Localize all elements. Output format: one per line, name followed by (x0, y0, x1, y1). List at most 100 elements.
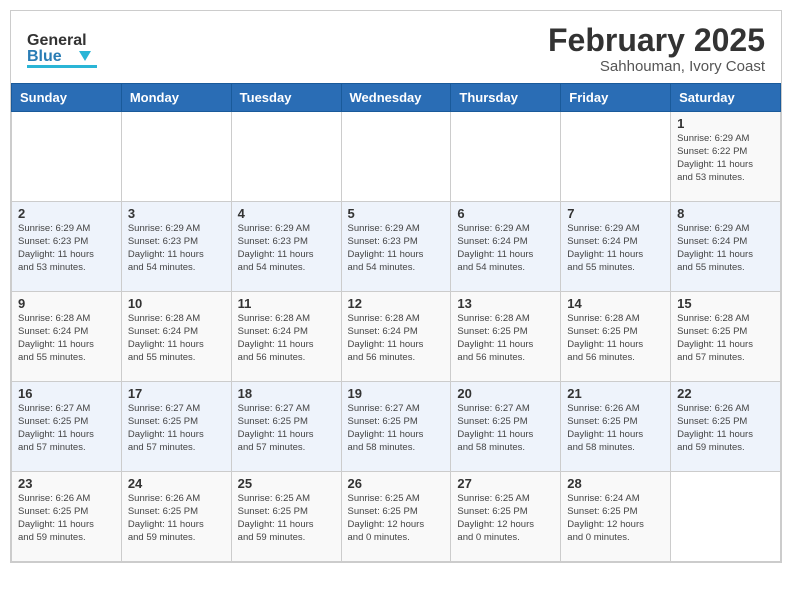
calendar-cell: 5Sunrise: 6:29 AMSunset: 6:23 PMDaylight… (341, 202, 451, 292)
calendar-week-row: 2 Sunrise: 6:29 AMSunset: 6:23 PMDaylight… (12, 202, 781, 292)
day-info: Sunrise: 6:29 AMSunset: 6:23 PMDaylight:… (348, 223, 445, 274)
day-number: 23 (18, 476, 115, 491)
day-number: 1 (677, 116, 774, 131)
calendar-cell: 7 Sunrise: 6:29 AMSunset: 6:24 PMDaylight… (561, 202, 671, 292)
day-info: Sunrise: 6:27 AMSunset: 6:25 PMDaylight:… (348, 403, 445, 454)
calendar-cell: 10 Sunrise: 6:28 AMSunset: 6:24 PMDayligh… (121, 292, 231, 382)
day-info: Sunrise: 6:29 AMSunset: 6:24 PMDaylight:… (677, 223, 774, 274)
day-info: Sunrise: 6:28 AMSunset: 6:25 PMDaylight:… (457, 313, 554, 364)
calendar-cell: 2 Sunrise: 6:29 AMSunset: 6:23 PMDaylight… (12, 202, 122, 292)
day-number: 10 (128, 296, 225, 311)
day-info: Sunrise: 6:26 AMSunset: 6:25 PMDaylight:… (677, 403, 774, 454)
day-info: Sunrise: 6:28 AMSunset: 6:24 PMDaylight:… (348, 313, 445, 364)
day-info: Sunrise: 6:26 AMSunset: 6:25 PMDaylight:… (567, 403, 664, 454)
calendar-header: General Blue February 2025 Sahhouman, Iv… (11, 11, 781, 83)
calendar-table: SundayMondayTuesdayWednesdayThursdayFrid… (11, 83, 781, 562)
svg-text:Blue: Blue (27, 48, 62, 65)
day-info: Sunrise: 6:28 AMSunset: 6:25 PMDaylight:… (677, 313, 774, 364)
calendar-cell (451, 112, 561, 202)
day-info: Sunrise: 6:25 AMSunset: 6:25 PMDaylight:… (457, 493, 554, 544)
day-info: Sunrise: 6:28 AMSunset: 6:24 PMDaylight:… (238, 313, 335, 364)
calendar-cell: 24 Sunrise: 6:26 AMSunset: 6:25 PMDayligh… (121, 472, 231, 562)
day-number: 20 (457, 386, 554, 401)
calendar-cell: 8 Sunrise: 6:29 AMSunset: 6:24 PMDaylight… (671, 202, 781, 292)
calendar-cell (561, 112, 671, 202)
weekday-header-tuesday: Tuesday (231, 84, 341, 112)
day-info: Sunrise: 6:28 AMSunset: 6:24 PMDaylight:… (128, 313, 225, 364)
month-title: February 2025 (548, 23, 765, 58)
calendar-cell: 18Sunrise: 6:27 AMSunset: 6:25 PMDayligh… (231, 382, 341, 472)
day-info: Sunrise: 6:29 AMSunset: 6:24 PMDaylight:… (567, 223, 664, 274)
calendar-cell: 3Sunrise: 6:29 AMSunset: 6:23 PMDaylight… (121, 202, 231, 292)
calendar-cell: 14Sunrise: 6:28 AMSunset: 6:25 PMDayligh… (561, 292, 671, 382)
calendar-container: General Blue February 2025 Sahhouman, Iv… (10, 10, 782, 563)
day-number: 24 (128, 476, 225, 491)
day-info: Sunrise: 6:27 AMSunset: 6:25 PMDaylight:… (457, 403, 554, 454)
day-info: Sunrise: 6:29 AMSunset: 6:23 PMDaylight:… (18, 223, 115, 274)
day-number: 16 (18, 386, 115, 401)
day-info: Sunrise: 6:29 AMSunset: 6:24 PMDaylight:… (457, 223, 554, 274)
day-number: 8 (677, 206, 774, 221)
day-info: Sunrise: 6:25 AMSunset: 6:25 PMDaylight:… (348, 493, 445, 544)
calendar-cell: 12 Sunrise: 6:28 AMSunset: 6:24 PMDayligh… (341, 292, 451, 382)
weekday-header-thursday: Thursday (451, 84, 561, 112)
day-number: 22 (677, 386, 774, 401)
weekday-header-wednesday: Wednesday (341, 84, 451, 112)
calendar-week-row: 1 Sunrise: 6:29 AMSunset: 6:22 PMDaylight… (12, 112, 781, 202)
calendar-week-row: 9 Sunrise: 6:28 AMSunset: 6:24 PMDaylight… (12, 292, 781, 382)
calendar-cell: 4Sunrise: 6:29 AMSunset: 6:23 PMDaylight… (231, 202, 341, 292)
day-info: Sunrise: 6:29 AMSunset: 6:22 PMDaylight:… (677, 133, 774, 184)
calendar-cell (671, 472, 781, 562)
calendar-cell: 25 Sunrise: 6:25 AMSunset: 6:25 PMDayligh… (231, 472, 341, 562)
calendar-cell (341, 112, 451, 202)
day-info: Sunrise: 6:27 AMSunset: 6:25 PMDaylight:… (128, 403, 225, 454)
weekday-header-monday: Monday (121, 84, 231, 112)
day-number: 26 (348, 476, 445, 491)
location-title: Sahhouman, Ivory Coast (548, 58, 765, 75)
calendar-cell: 17 Sunrise: 6:27 AMSunset: 6:25 PMDayligh… (121, 382, 231, 472)
day-number: 25 (238, 476, 335, 491)
calendar-cell: 22 Sunrise: 6:26 AMSunset: 6:25 PMDayligh… (671, 382, 781, 472)
calendar-cell: 21 Sunrise: 6:26 AMSunset: 6:25 PMDayligh… (561, 382, 671, 472)
day-number: 18 (238, 386, 335, 401)
weekday-header-row: SundayMondayTuesdayWednesdayThursdayFrid… (12, 84, 781, 112)
day-info: Sunrise: 6:28 AMSunset: 6:25 PMDaylight:… (567, 313, 664, 364)
day-number: 3 (128, 206, 225, 221)
calendar-week-row: 16 Sunrise: 6:27 AMSunset: 6:25 PMDayligh… (12, 382, 781, 472)
day-number: 6 (457, 206, 554, 221)
day-number: 9 (18, 296, 115, 311)
day-info: Sunrise: 6:24 AMSunset: 6:25 PMDaylight:… (567, 493, 664, 544)
calendar-cell: 15 Sunrise: 6:28 AMSunset: 6:25 PMDayligh… (671, 292, 781, 382)
weekday-header-saturday: Saturday (671, 84, 781, 112)
day-number: 21 (567, 386, 664, 401)
day-number: 28 (567, 476, 664, 491)
calendar-cell: 9 Sunrise: 6:28 AMSunset: 6:24 PMDaylight… (12, 292, 122, 382)
calendar-cell: 27 Sunrise: 6:25 AMSunset: 6:25 PMDayligh… (451, 472, 561, 562)
calendar-cell (231, 112, 341, 202)
calendar-cell: 19 Sunrise: 6:27 AMSunset: 6:25 PMDayligh… (341, 382, 451, 472)
day-number: 15 (677, 296, 774, 311)
day-info: Sunrise: 6:26 AMSunset: 6:25 PMDaylight:… (128, 493, 225, 544)
day-info: Sunrise: 6:28 AMSunset: 6:24 PMDaylight:… (18, 313, 115, 364)
calendar-cell: 28 Sunrise: 6:24 AMSunset: 6:25 PMDayligh… (561, 472, 671, 562)
calendar-week-row: 23 Sunrise: 6:26 AMSunset: 6:25 PMDayligh… (12, 472, 781, 562)
calendar-cell: 1 Sunrise: 6:29 AMSunset: 6:22 PMDaylight… (671, 112, 781, 202)
day-number: 27 (457, 476, 554, 491)
calendar-cell (121, 112, 231, 202)
svg-text:General: General (27, 32, 87, 49)
weekday-header-sunday: Sunday (12, 84, 122, 112)
day-number: 12 (348, 296, 445, 311)
day-number: 19 (348, 386, 445, 401)
day-number: 11 (238, 296, 335, 311)
day-info: Sunrise: 6:29 AMSunset: 6:23 PMDaylight:… (238, 223, 335, 274)
calendar-cell: 26 Sunrise: 6:25 AMSunset: 6:25 PMDayligh… (341, 472, 451, 562)
calendar-cell (12, 112, 122, 202)
title-block: February 2025 Sahhouman, Ivory Coast (548, 23, 765, 75)
day-number: 17 (128, 386, 225, 401)
logo: General Blue (27, 23, 117, 73)
day-number: 2 (18, 206, 115, 221)
weekday-header-friday: Friday (561, 84, 671, 112)
day-info: Sunrise: 6:25 AMSunset: 6:25 PMDaylight:… (238, 493, 335, 544)
day-number: 7 (567, 206, 664, 221)
day-info: Sunrise: 6:27 AMSunset: 6:25 PMDaylight:… (18, 403, 115, 454)
